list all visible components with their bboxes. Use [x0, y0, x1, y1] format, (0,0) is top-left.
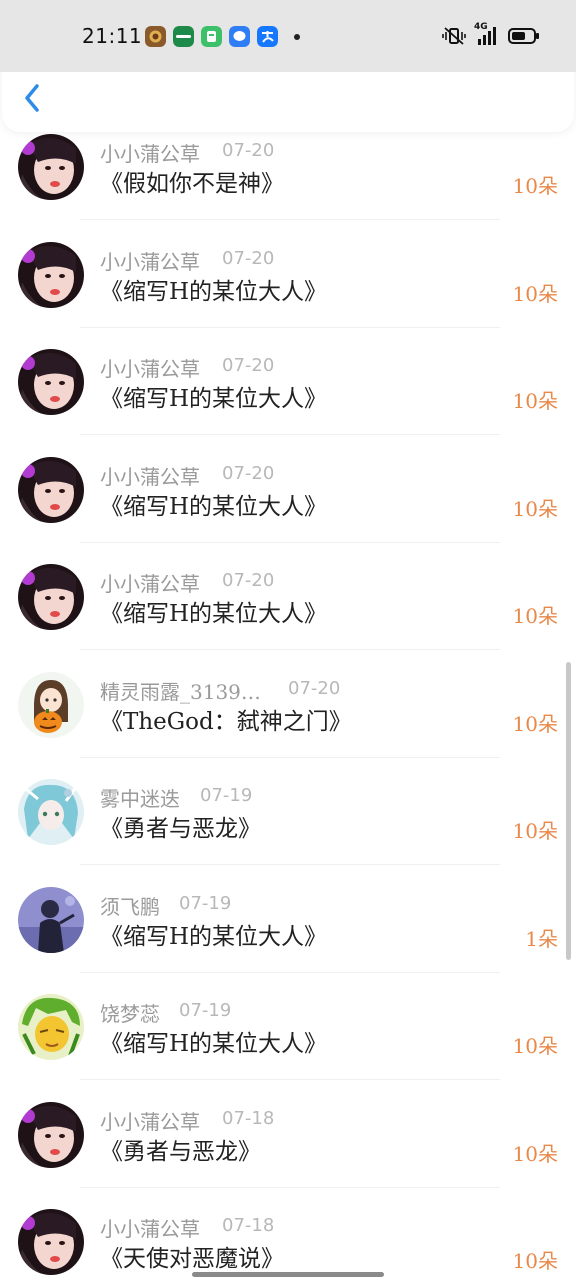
alipay-app-icon [257, 26, 278, 47]
user-name[interactable]: 饶梦蕊 [100, 998, 160, 1027]
item-date: 07-20 [222, 247, 275, 269]
reward-amount: 1朵 [525, 926, 558, 951]
list-item[interactable]: 小小蒲公草 07-20 《缩写H的某位大人》 10朵 [0, 542, 576, 650]
reward-amount: 10朵 [512, 496, 558, 521]
user-name[interactable]: 小小蒲公草 [100, 461, 200, 490]
item-date: 07-20 [288, 677, 341, 699]
work-title[interactable]: 《天使对恶魔说》 [100, 1239, 284, 1273]
avatar[interactable] [18, 456, 84, 523]
list-item[interactable]: 小小蒲公草 07-20 《假如你不是神》 10朵 [0, 132, 576, 220]
work-title[interactable]: 《TheGod：弑神之门》 [100, 702, 352, 736]
list-item[interactable]: 精灵雨露_3139… 07-20 《TheGod：弑神之门》 10朵 [0, 650, 576, 758]
status-bar: 21:11 4G [0, 0, 576, 72]
avatar[interactable] [18, 134, 84, 200]
work-title[interactable]: 《勇者与恶龙》 [100, 1132, 261, 1166]
user-name[interactable]: 小小蒲公草 [100, 138, 200, 167]
work-title[interactable]: 《缩写H的某位大人》 [100, 272, 327, 306]
battery-icon [508, 28, 539, 44]
work-title[interactable]: 《勇者与恶龙》 [100, 809, 261, 843]
user-name[interactable]: 雾中迷迭 [100, 783, 180, 812]
user-name[interactable]: 小小蒲公草 [100, 246, 200, 275]
blue-chat-app-icon [229, 26, 250, 47]
list-item[interactable]: 小小蒲公草 07-20 《缩写H的某位大人》 10朵 [0, 327, 576, 435]
list-item[interactable]: 小小蒲公草 07-20 《缩写H的某位大人》 10朵 [0, 220, 576, 328]
item-date: 07-19 [200, 785, 253, 806]
reward-amount: 10朵 [512, 1141, 558, 1166]
work-title[interactable]: 《缩写H的某位大人》 [100, 917, 327, 951]
item-date: 07-19 [179, 892, 232, 914]
home-indicator[interactable] [192, 1272, 384, 1277]
list-item[interactable]: 雾中迷迭 07-19 《勇者与恶龙》 10朵 [0, 757, 576, 865]
reward-amount: 10朵 [512, 604, 558, 628]
user-name[interactable]: 小小蒲公草 [100, 568, 200, 597]
item-date: 07-18 [222, 1215, 275, 1236]
list-item[interactable]: 小小蒲公草 07-18 《勇者与恶龙》 10朵 [0, 1080, 576, 1188]
avatar[interactable] [18, 994, 84, 1060]
avatar[interactable] [18, 886, 84, 953]
oppo-app-icon [173, 26, 194, 47]
item-date: 07-20 [222, 462, 275, 484]
reward-amount: 10朵 [512, 281, 558, 306]
user-name[interactable]: 小小蒲公草 [100, 353, 200, 382]
avatar[interactable] [18, 671, 84, 738]
avatar[interactable] [18, 241, 84, 308]
reward-amount: 10朵 [512, 174, 558, 198]
reward-list: 小小蒲公草 07-20 《假如你不是神》 10朵 小小蒲公草 07-20 《缩写H的某位大人… [0, 132, 576, 1280]
item-date: 07-20 [222, 570, 275, 591]
green-app-icon [201, 26, 222, 47]
item-date: 07-19 [179, 1000, 232, 1021]
system-icons [442, 26, 540, 46]
item-date: 07-20 [222, 140, 275, 161]
list-item[interactable]: 小小蒲公草 07-18 《天使对恶魔说》 10朵 [0, 1187, 576, 1280]
notification-dot [294, 34, 300, 40]
work-title[interactable]: 《缩写H的某位大人》 [100, 1024, 327, 1058]
status-time: 21:11 [82, 24, 143, 48]
avatar[interactable] [18, 1209, 84, 1275]
reward-amount: 10朵 [512, 1034, 558, 1058]
reward-amount: 10朵 [512, 389, 558, 413]
user-name[interactable]: 小小蒲公草 [100, 1106, 200, 1135]
user-name[interactable]: 须飞鹏 [100, 891, 160, 920]
list-item[interactable]: 小小蒲公草 07-20 《缩写H的某位大人》 10朵 [0, 435, 576, 543]
list-item[interactable]: 须飞鹏 07-19 《缩写H的某位大人》 1朵 [0, 865, 576, 973]
reward-amount: 10朵 [512, 711, 558, 736]
work-title[interactable]: 《缩写H的某位大人》 [100, 379, 327, 413]
signal-icon [478, 27, 496, 45]
item-date: 07-18 [222, 1107, 275, 1129]
reward-amount: 10朵 [512, 1249, 558, 1273]
avatar[interactable] [18, 564, 84, 630]
status-app-icons [145, 26, 278, 47]
user-name[interactable]: 精灵雨露_3139… [100, 676, 261, 705]
work-title[interactable]: 《假如你不是神》 [100, 164, 284, 198]
back-button[interactable] [12, 78, 52, 118]
vibrate-icon [442, 27, 466, 45]
list-item[interactable]: 饶梦蕊 07-19 《缩写H的某位大人》 10朵 [0, 972, 576, 1080]
chevron-left-icon [25, 84, 39, 112]
avatar[interactable] [18, 1101, 84, 1168]
item-date: 07-20 [222, 355, 275, 376]
work-title[interactable]: 《缩写H的某位大人》 [100, 594, 327, 628]
game-app-icon [145, 26, 166, 47]
work-title[interactable]: 《缩写H的某位大人》 [100, 487, 327, 521]
reward-amount: 10朵 [512, 819, 558, 843]
scrollbar[interactable] [566, 662, 571, 960]
user-name[interactable]: 小小蒲公草 [100, 1213, 200, 1242]
avatar[interactable] [18, 349, 84, 415]
avatar[interactable] [18, 779, 84, 845]
